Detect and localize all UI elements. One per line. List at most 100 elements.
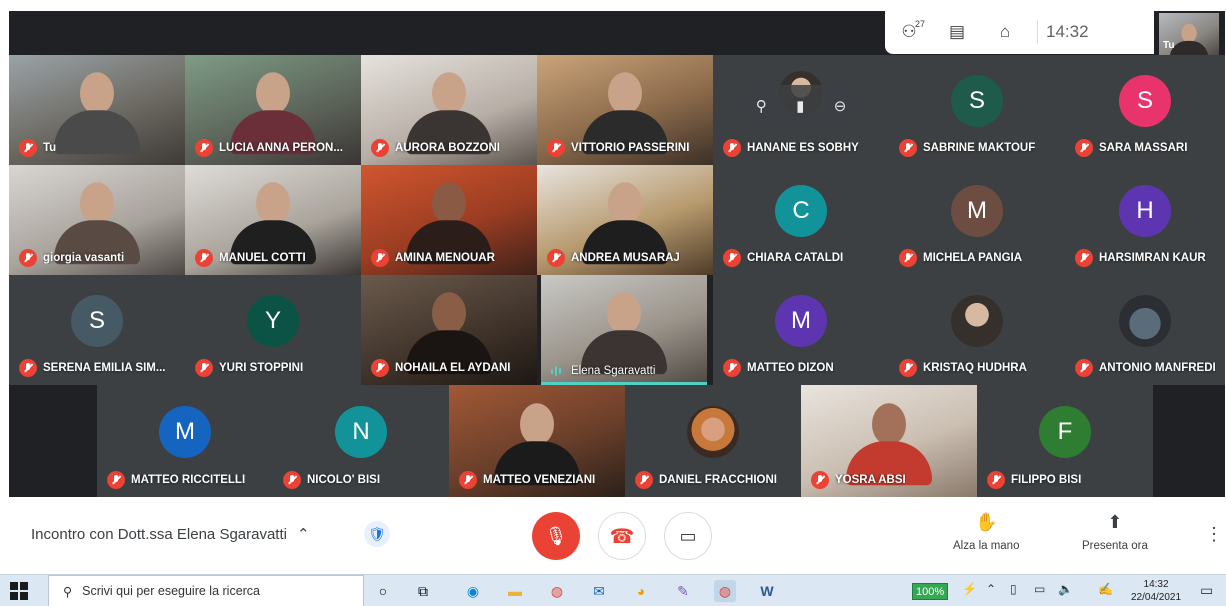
tile-participant[interactable]: ANDREA MUSARAJ xyxy=(537,165,713,275)
battery-indicator[interactable]: 100% xyxy=(912,583,949,600)
host-controls-icon[interactable]: 🛡 xyxy=(364,521,390,547)
camera-toggle-button[interactable]: ▭ xyxy=(664,512,712,560)
chat-icon: ▤ xyxy=(948,22,966,41)
participant-name: YURI STOPPINI xyxy=(219,362,304,374)
meeting-details-toggle[interactable]: Incontro con Dott.ssa Elena Sgaravatti ⌃ xyxy=(31,525,310,544)
meet-stage: Tu LUCIA ANNA PERON... AURORA BOZZONI VI… xyxy=(0,0,1226,498)
microphone-toggle-button[interactable]: 🎙 xyxy=(532,512,580,560)
avatar: M xyxy=(775,295,827,348)
tile-participant[interactable]: S SARA MASSARI xyxy=(1065,55,1225,165)
more-options-icon[interactable]: ⋮ xyxy=(1205,524,1223,545)
participant-name: MATTEO VENEZIANI xyxy=(483,474,596,486)
leave-call-button[interactable]: ☎ xyxy=(598,512,646,560)
cortana-icon[interactable]: ○ xyxy=(372,580,394,602)
notification-icon[interactable]: ▭ xyxy=(1200,582,1213,599)
taskbar-clock[interactable]: 14:32 22/04/2021 xyxy=(1131,578,1181,604)
taskbar-time: 14:32 xyxy=(1143,579,1169,590)
mic-off-icon xyxy=(1075,359,1093,377)
tile-participant[interactable]: ANTONIO MANFREDI xyxy=(1065,275,1225,385)
tile-active-speaker[interactable]: Elena Sgaravatti xyxy=(541,275,707,385)
participant-name: SABRINE MAKTOUF xyxy=(923,142,1036,154)
taskbar-search-box[interactable]: ⚲ Scrivi qui per eseguire la ricerca xyxy=(48,575,364,606)
participant-name: HANANE ES SOBHY xyxy=(747,142,859,154)
self-view-thumbnail[interactable]: Tu xyxy=(1159,13,1219,55)
chevron-up-icon: ⌃ xyxy=(296,526,310,543)
network-icon[interactable]: ▭ xyxy=(1034,582,1045,596)
tile-participant[interactable]: N NICOLO' BISI xyxy=(273,385,449,497)
tile-participant[interactable]: giorgia vasanti xyxy=(9,165,185,275)
tile-participant[interactable]: AMINA MENOUAR xyxy=(361,165,537,275)
tile-participant[interactable]: VITTORIO PASSERINI xyxy=(537,55,713,165)
tile-self[interactable]: Tu xyxy=(9,55,185,165)
meeting-clock: 14:32 xyxy=(1046,22,1089,41)
participant-name: LUCIA ANNA PERON... xyxy=(219,142,343,154)
divider xyxy=(1037,20,1038,44)
tile-participant[interactable]: AURORA BOZZONI xyxy=(361,55,537,165)
tile-participant[interactable]: ⚲ ▮ ⊖ HANANE ES SOBHY xyxy=(713,55,889,165)
chrome-active-icon[interactable]: ◍ xyxy=(714,580,736,602)
pin-icon[interactable]: ⚲ xyxy=(756,97,767,115)
present-now-button[interactable]: ⬆ Presenta ora xyxy=(1082,512,1148,552)
remove-icon[interactable]: ⊖ xyxy=(834,97,847,115)
tile-participant[interactable]: C CHIARA CATALDI xyxy=(713,165,889,275)
chat-button[interactable]: ▤ xyxy=(933,10,981,54)
task-view-icon[interactable]: ⧉ xyxy=(412,580,434,602)
tile-participant[interactable]: M MICHELA PANGIA xyxy=(889,165,1065,275)
avatar: N xyxy=(335,406,387,459)
edge-icon[interactable]: ◉ xyxy=(462,580,484,602)
participant-name: AURORA BOZZONI xyxy=(395,142,500,154)
tile-participant[interactable]: YOSRA ABSI xyxy=(801,385,977,497)
meeting-title: Incontro con Dott.ssa Elena Sgaravatti xyxy=(31,525,287,543)
mic-off-icon xyxy=(723,249,741,267)
raise-hand-button[interactable]: ✋ Alza la mano xyxy=(953,512,1019,552)
paint-icon[interactable]: ✎ xyxy=(672,580,694,602)
tile-participant[interactable]: LUCIA ANNA PERON... xyxy=(185,55,361,165)
participant-name: CHIARA CATALDI xyxy=(747,252,844,264)
device-icon[interactable]: ▯ xyxy=(1010,582,1017,596)
word-icon[interactable]: W xyxy=(756,580,778,602)
volume-icon[interactable]: 🔈 xyxy=(1058,582,1073,596)
tile-hover-controls: ⚲ ▮ ⊖ xyxy=(741,85,861,127)
tile-participant[interactable]: NOHAILA EL AYDANI xyxy=(361,275,537,385)
participant-name: YOSRA ABSI xyxy=(835,474,906,486)
mic-off-icon xyxy=(371,359,389,377)
participant-name: SARA MASSARI xyxy=(1099,142,1188,154)
windows-start-icon[interactable] xyxy=(10,582,28,600)
participant-name: ANDREA MUSARAJ xyxy=(571,252,680,264)
hand-icon: ✋ xyxy=(975,512,998,532)
pen-icon[interactable]: ✍ xyxy=(1098,582,1113,596)
speaking-indicator-icon xyxy=(551,365,565,377)
participant-name: MATTEO RICCITELLI xyxy=(131,474,246,486)
meeting-top-panel: ⚇ 27 ▤ ⌂ 14:32 xyxy=(885,10,1154,54)
avatar: C xyxy=(775,185,827,238)
mute-icon[interactable]: ▮ xyxy=(796,97,804,115)
participant-name: MANUEL COTTI xyxy=(219,252,306,264)
tile-participant[interactable]: Y YURI STOPPINI xyxy=(185,275,361,385)
file-explorer-icon[interactable]: ▬ xyxy=(504,580,526,602)
mic-off-icon xyxy=(1075,249,1093,267)
mic-off-icon xyxy=(19,139,37,157)
chevron-up-icon[interactable]: ⌃ xyxy=(986,582,996,596)
chrome-icon[interactable]: ◍ xyxy=(546,580,568,602)
participant-name: Elena Sgaravatti xyxy=(571,365,656,377)
mic-off-icon xyxy=(635,471,653,489)
mic-off-icon xyxy=(723,359,741,377)
mic-off-icon xyxy=(195,359,213,377)
activities-button[interactable]: ⌂ xyxy=(981,10,1029,54)
tile-participant[interactable]: M MATTEO RICCITELLI xyxy=(97,385,273,497)
participant-name: Tu xyxy=(43,142,57,154)
mail-icon[interactable]: ✉ xyxy=(588,580,610,602)
tile-participant[interactable]: DANIEL FRACCHIONI xyxy=(625,385,801,497)
tile-participant[interactable]: KRISTAQ HUDHRA xyxy=(889,275,1065,385)
tile-participant[interactable]: MATTEO VENEZIANI xyxy=(449,385,625,497)
tile-participant[interactable]: F FILIPPO BISI xyxy=(977,385,1153,497)
tile-participant[interactable]: S SERENA EMILIA SIM... xyxy=(9,275,185,385)
tile-participant[interactable]: M MATTEO DIZON xyxy=(713,275,889,385)
participant-name: MICHELA PANGIA xyxy=(923,252,1023,264)
app-icon[interactable]: ◕ xyxy=(630,580,652,602)
tile-participant[interactable]: MANUEL COTTI xyxy=(185,165,361,275)
tile-participant[interactable]: H HARSIMRAN KAUR xyxy=(1065,165,1225,275)
participants-button[interactable]: ⚇ 27 xyxy=(885,10,933,54)
tile-participant[interactable]: S SABRINE MAKTOUF xyxy=(889,55,1065,165)
participant-name: HARSIMRAN KAUR xyxy=(1099,252,1206,264)
